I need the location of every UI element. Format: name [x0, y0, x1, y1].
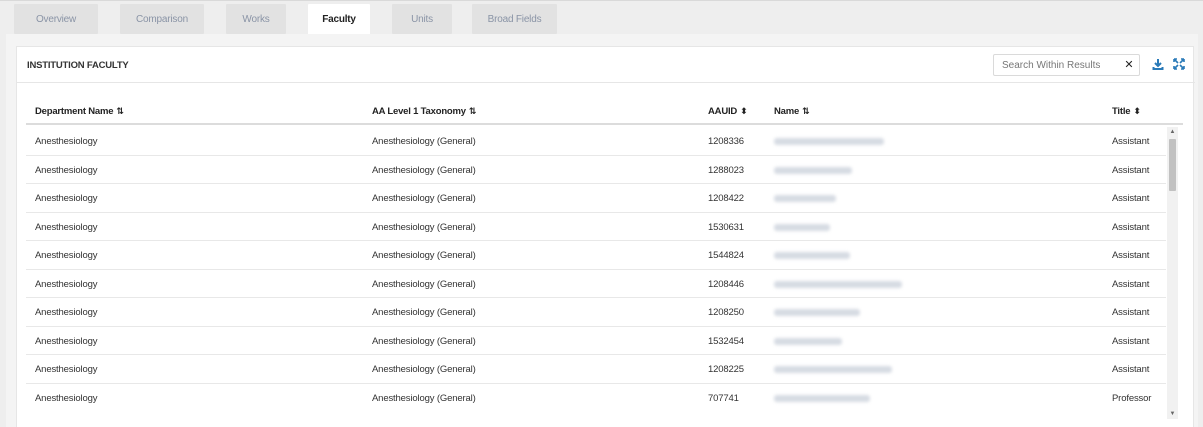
tab-works[interactable]: Works — [226, 4, 286, 34]
table-row[interactable]: Anesthesiology Anesthesiology (General) 12… — [26, 184, 1166, 213]
cell-name-redacted — [774, 138, 884, 145]
cell-title: Assistant — [1112, 335, 1150, 347]
sort-filter-icon[interactable]: ⇅ — [116, 106, 124, 116]
cell-aauid: 707741 — [708, 392, 739, 404]
search-input[interactable] — [994, 55, 1118, 75]
download-icon[interactable] — [1151, 57, 1165, 71]
cell-title: Assistant — [1112, 164, 1150, 176]
content-panel: INSTITUTION FACULTY ✕ — [6, 34, 1198, 427]
cell-title: Assistant — [1112, 307, 1150, 318]
cell-name-redacted — [774, 366, 892, 373]
cell-department: Anesthesiology — [35, 278, 98, 290]
cell-title: Assistant — [1112, 221, 1150, 233]
sort-filter-icon[interactable]: ⇅ — [802, 106, 810, 116]
table-scrollbar[interactable]: ▲ ▼ — [1167, 127, 1178, 419]
cell-aauid: 1208422 — [708, 193, 744, 204]
cell-aauid: 1544824 — [708, 250, 744, 261]
cell-aauid: 1208225 — [708, 364, 744, 375]
cell-aauid: 1532454 — [708, 335, 744, 347]
cell-name-redacted — [774, 195, 836, 202]
tab-bar: Overview Comparison Works Faculty Units … — [0, 0, 1203, 35]
column-header-name[interactable]: Name ⇅ — [774, 106, 810, 117]
faculty-table: Department Name ⇅ AA Level 1 Taxonomy ⇅ AA… — [26, 99, 1183, 419]
cell-name-redacted — [774, 252, 850, 259]
cell-department: Anesthesiology — [35, 193, 98, 204]
scroll-thumb[interactable] — [1169, 139, 1176, 191]
sort-filter-icon[interactable]: ⇅ — [469, 106, 477, 116]
column-label: Title — [1112, 106, 1131, 117]
card-header: INSTITUTION FACULTY ✕ — [17, 47, 1195, 83]
tab-overview[interactable]: Overview — [14, 4, 98, 34]
cell-title: Professor — [1112, 392, 1152, 404]
table-body: Anesthesiology Anesthesiology (General) 12… — [26, 127, 1166, 411]
table-row[interactable]: Anesthesiology Anesthesiology (General) 12… — [26, 127, 1166, 156]
cell-taxonomy: Anesthesiology (General) — [372, 221, 476, 233]
tab-faculty[interactable]: Faculty — [308, 4, 370, 35]
cell-taxonomy: Anesthesiology (General) — [372, 136, 476, 147]
column-header-taxonomy[interactable]: AA Level 1 Taxonomy ⇅ — [372, 106, 476, 117]
cell-aauid: 1208250 — [708, 307, 744, 318]
cell-aauid: 1208446 — [708, 278, 744, 290]
clear-search-button[interactable]: ✕ — [1122, 58, 1136, 72]
sort-both-icon[interactable]: ⬍ — [1133, 106, 1141, 116]
tab-units[interactable]: Units — [392, 4, 452, 34]
cell-name-redacted — [774, 166, 852, 174]
cell-taxonomy: Anesthesiology (General) — [372, 307, 476, 318]
cell-aauid: 1208336 — [708, 136, 744, 147]
cell-aauid: 1530631 — [708, 221, 744, 233]
table-row[interactable]: Anesthesiology Anesthesiology (General) 15… — [26, 327, 1166, 355]
cell-taxonomy: Anesthesiology (General) — [372, 193, 476, 204]
column-header-aauid[interactable]: AAUID ⬍ — [708, 106, 748, 117]
column-header-department[interactable]: Department Name ⇅ — [35, 106, 124, 117]
cell-department: Anesthesiology — [35, 307, 98, 318]
cell-department: Anesthesiology — [35, 164, 98, 176]
sort-both-icon[interactable]: ⬍ — [740, 106, 748, 116]
table-row[interactable]: Anesthesiology Anesthesiology (General) 70… — [26, 384, 1166, 412]
cell-title: Assistant — [1112, 278, 1150, 290]
cell-taxonomy: Anesthesiology (General) — [372, 250, 476, 261]
scroll-up-icon[interactable]: ▲ — [1167, 127, 1178, 137]
column-label: AAUID — [708, 106, 738, 117]
cell-title: Assistant — [1112, 364, 1150, 375]
table-row[interactable]: Anesthesiology Anesthesiology (General) 15… — [26, 213, 1166, 241]
scroll-down-icon[interactable]: ▼ — [1167, 409, 1178, 419]
search-box: ✕ — [993, 54, 1140, 76]
cell-name-redacted — [774, 394, 870, 402]
cell-taxonomy: Anesthesiology (General) — [372, 164, 476, 176]
cell-department: Anesthesiology — [35, 392, 98, 404]
cell-taxonomy: Anesthesiology (General) — [372, 392, 476, 404]
table-header: Department Name ⇅ AA Level 1 Taxonomy ⇅ AA… — [26, 99, 1183, 125]
cell-title: Assistant — [1112, 193, 1150, 204]
cell-name-redacted — [774, 280, 902, 288]
cell-department: Anesthesiology — [35, 136, 98, 147]
card-title: INSTITUTION FACULTY — [27, 60, 129, 71]
column-label: Name — [774, 106, 800, 117]
cell-department: Anesthesiology — [35, 250, 98, 261]
cell-aauid: 1288023 — [708, 164, 744, 176]
cell-department: Anesthesiology — [35, 221, 98, 233]
cell-name-redacted — [774, 337, 842, 345]
cell-department: Anesthesiology — [35, 335, 98, 347]
faculty-card: INSTITUTION FACULTY ✕ — [16, 46, 1195, 427]
cell-title: Assistant — [1112, 136, 1150, 147]
column-label: Department Name — [35, 106, 114, 117]
cell-name-redacted — [774, 223, 830, 231]
cell-title: Assistant — [1112, 250, 1150, 261]
cell-name-redacted — [774, 309, 860, 316]
cell-department: Anesthesiology — [35, 364, 98, 375]
tab-broad-fields[interactable]: Broad Fields — [472, 4, 557, 34]
table-row[interactable]: Anesthesiology Anesthesiology (General) 12… — [26, 355, 1166, 384]
expand-icon[interactable] — [1172, 57, 1186, 71]
table-row[interactable]: Anesthesiology Anesthesiology (General) 12… — [26, 298, 1166, 327]
cell-taxonomy: Anesthesiology (General) — [372, 278, 476, 290]
cell-taxonomy: Anesthesiology (General) — [372, 335, 476, 347]
column-header-title[interactable]: Title ⬍ — [1112, 106, 1141, 117]
table-row[interactable]: Anesthesiology Anesthesiology (General) 12… — [26, 270, 1166, 298]
cell-taxonomy: Anesthesiology (General) — [372, 364, 476, 375]
tab-comparison[interactable]: Comparison — [120, 4, 204, 34]
table-row[interactable]: Anesthesiology Anesthesiology (General) 15… — [26, 241, 1166, 270]
column-label: AA Level 1 Taxonomy — [372, 106, 466, 117]
table-row[interactable]: Anesthesiology Anesthesiology (General) 12… — [26, 156, 1166, 184]
